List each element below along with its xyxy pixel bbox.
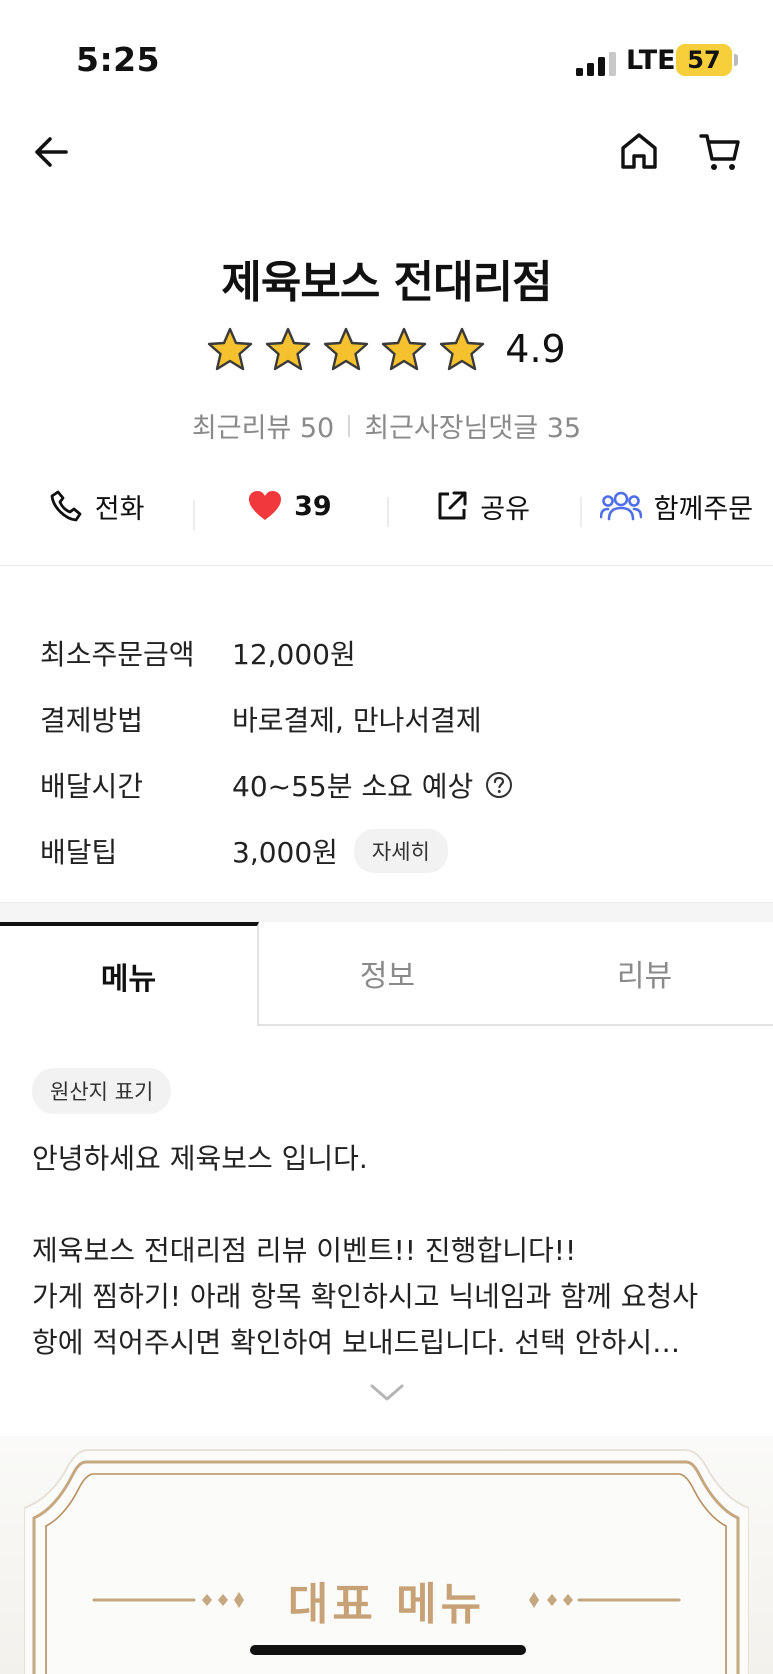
tab-menu[interactable]: 메뉴 [0,922,259,1026]
group-order-label: 함께주문 [653,493,754,525]
group-icon [599,491,642,521]
signal-icon [576,52,616,76]
share-icon [438,491,467,520]
info-label: 최소주문금액 [40,638,195,671]
star-icon [266,327,311,371]
info-row-delivery-time: 배달시간 40~55분 소요 예상 [40,752,740,818]
section-divider [0,902,773,922]
home-indicator [250,1645,526,1655]
info-row-payment: 결제방법 바로결제, 만나서결제 [40,686,740,752]
star-icon [382,327,427,371]
star-icon [208,327,253,371]
rating-value: 4.9 [505,327,566,371]
like-count: 39 [294,490,332,522]
recent-reviews-link[interactable]: 최근리뷰 50 [192,406,334,445]
tab-bar: 메뉴 정보 리뷰 [0,922,773,1026]
review-stats: 최근리뷰 50 최근사장님댓글 35 [0,406,773,445]
info-value-wrap: 3,000원 자세히 [232,829,448,873]
info-value: 바로결제, 만나서결제 [232,704,482,737]
action-row: 전화 39 공유 함께주문 [0,478,773,534]
notice-line: 제육보스 전대리점 리뷰 이벤트!! 진행합니다!! [32,1234,577,1267]
arrow-left-icon [35,137,68,167]
info-row-min-order: 최소주문금액 12,000원 [40,620,740,686]
origin-label-button[interactable]: 원산지 표기 [32,1068,172,1114]
network-type: LTE [626,45,676,76]
divider [0,565,773,566]
heart-icon [249,491,282,520]
info-label: 배달시간 [40,770,144,803]
rating-row: 4.9 [0,327,773,371]
home-icon [621,133,657,169]
banner-frame [24,1449,749,1674]
detail-button[interactable]: 자세히 [353,829,448,873]
info-label: 배달팁 [40,836,118,869]
banner-title: 대표 메뉴 [287,1579,486,1630]
call-button[interactable]: 전화 [0,487,193,526]
notice-line: 안녕하세요 제육보스 입니다. [32,1142,368,1175]
share-button[interactable]: 공유 [386,487,580,527]
store-info: 최소주문금액 12,000원 결제방법 바로결제, 만나서결제 배달시간 40~… [40,620,740,884]
back-button[interactable] [28,128,76,176]
owner-replies-link[interactable]: 최근사장님댓글 35 [364,406,581,445]
notice-line: 가게 찜하기! 아래 항목 확인하시고 닉네임과 함께 요청사 [32,1280,699,1313]
question-circle-icon[interactable] [485,771,513,799]
divider [348,414,351,437]
chevron-down-icon[interactable] [368,1380,406,1404]
store-notice: 안녕하세요 제육보스 입니다. 제육보스 전대리점 리뷰 이벤트!! 진행합니다… [32,1136,744,1366]
phone-icon [50,490,82,522]
group-order-button[interactable]: 함께주문 [579,487,773,527]
store-name: 제육보스 전대리점 [221,257,552,308]
info-value: 12,000원 [232,638,356,671]
call-label: 전화 [94,493,145,525]
star-icon [440,327,485,371]
info-value: 40~55분 소요 예상 [232,770,474,803]
status-bar: 5:25 LTE 57 [0,0,773,120]
info-value: 3,000원 [232,836,338,869]
cart-button[interactable] [694,126,746,176]
tab-info[interactable]: 정보 [259,922,516,1026]
info-value-wrap: 40~55분 소요 예상 [232,765,513,805]
cart-icon [699,134,740,170]
star-icon [324,327,369,371]
battery-icon: 57 [676,44,732,76]
like-button[interactable]: 39 [193,490,386,530]
menu-banner [0,1436,773,1674]
home-button[interactable] [614,126,664,176]
tab-reviews[interactable]: 리뷰 [516,922,773,1026]
notice-line: 항에 적어주시면 확인하여 보내드립니다. 선택 안하시… [32,1326,681,1359]
info-label: 결제방법 [40,704,144,737]
star-rating [207,327,485,371]
status-time: 5:25 [76,40,161,79]
share-label: 공유 [480,493,530,525]
info-row-delivery-tip: 배달팁 3,000원 자세히 [40,818,740,884]
battery-cap [734,54,738,66]
